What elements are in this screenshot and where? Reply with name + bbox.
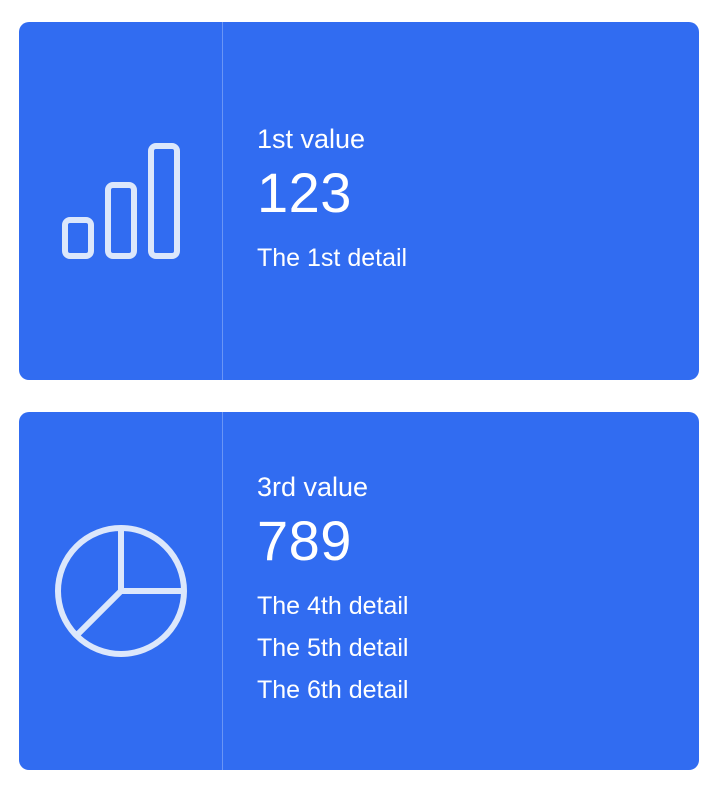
stat-card-content: 3rd value 789 The 4th detail The 5th det… <box>223 412 699 770</box>
pie-chart-icon <box>54 525 187 657</box>
stat-card-icon-pane <box>19 22 223 380</box>
stat-label: 3rd value <box>257 472 369 502</box>
stat-card-1: 1st value 123 The 1st detail <box>19 22 699 380</box>
stat-label: 1st value <box>257 124 366 154</box>
stat-card-icon-pane <box>19 412 223 770</box>
stat-detail: The 5th detail <box>257 634 409 662</box>
stat-detail: The 1st detail <box>257 244 408 272</box>
stat-detail: The 4th detail <box>257 592 409 620</box>
bar-chart-icon <box>61 143 180 259</box>
stat-value: 789 <box>257 509 352 572</box>
stat-card-2: 3rd value 789 The 4th detail The 5th det… <box>19 412 699 770</box>
stat-value: 123 <box>257 161 352 224</box>
stat-cards: 1st value 123 The 1st detail 3rd value 7… <box>0 0 718 792</box>
stat-card-content: 1st value 123 The 1st detail <box>223 22 699 380</box>
stat-detail: The 6th detail <box>257 676 409 704</box>
